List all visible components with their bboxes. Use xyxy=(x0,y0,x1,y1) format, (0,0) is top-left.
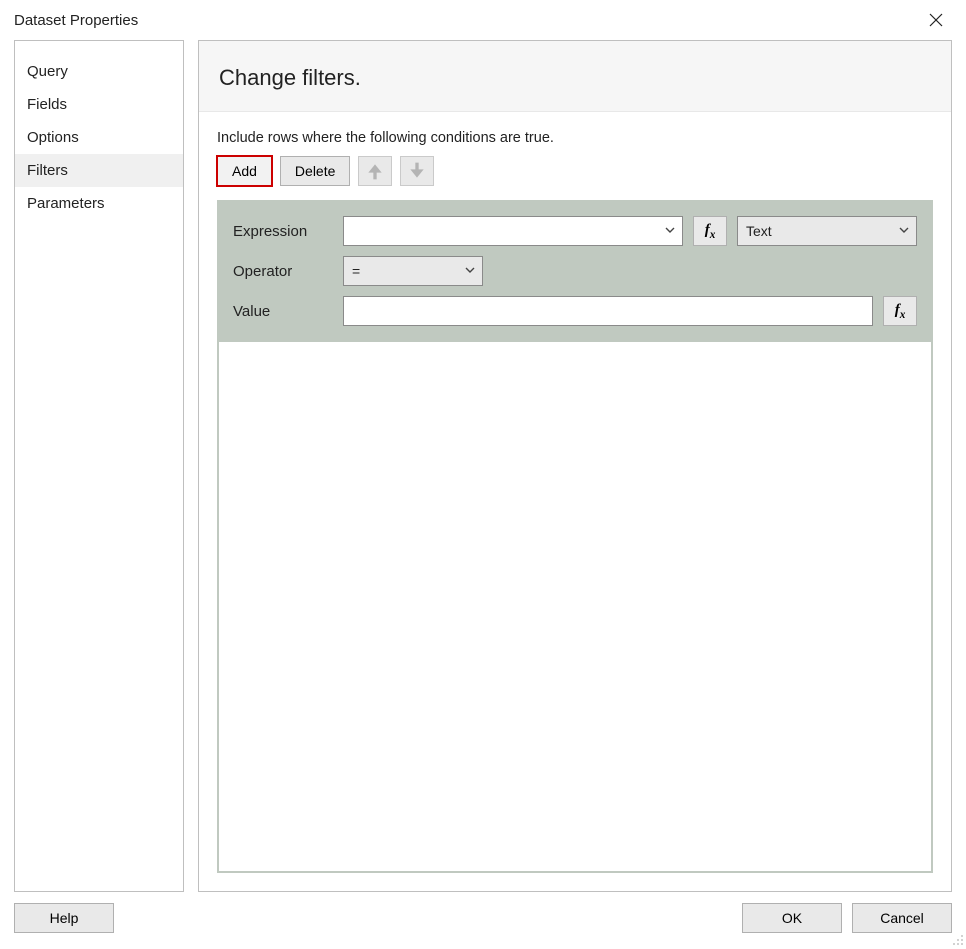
type-value: Text xyxy=(746,223,772,239)
ok-button[interactable]: OK xyxy=(742,903,842,933)
close-button[interactable] xyxy=(916,5,956,35)
type-combo[interactable]: Text xyxy=(737,216,917,246)
chevron-down-icon xyxy=(898,223,910,239)
body-area: Query Fields Options Filters Parameters … xyxy=(0,40,966,892)
resize-grip[interactable] xyxy=(950,932,964,946)
filter-toolbar: Add Delete xyxy=(217,156,933,186)
window-title: Dataset Properties xyxy=(14,12,138,29)
main-panel: Change filters. Include rows where the f… xyxy=(198,40,952,892)
expression-combo[interactable] xyxy=(343,216,683,246)
operator-row: Operator = xyxy=(233,256,917,286)
cancel-button[interactable]: Cancel xyxy=(852,903,952,933)
instruction-text: Include rows where the following conditi… xyxy=(217,130,933,146)
expression-fx-button[interactable]: fx xyxy=(693,216,727,246)
expression-row: Expression fx Text xyxy=(233,216,917,246)
operator-value: = xyxy=(352,263,360,279)
filters-container: Expression fx Text xyxy=(217,200,933,873)
add-button[interactable]: Add xyxy=(217,156,272,186)
sidebar-item-parameters[interactable]: Parameters xyxy=(15,187,183,220)
arrow-down-icon xyxy=(407,161,427,181)
chevron-down-icon xyxy=(464,263,476,279)
move-down-button[interactable] xyxy=(400,156,434,186)
sidebar-item-fields[interactable]: Fields xyxy=(15,88,183,121)
value-fx-button[interactable]: fx xyxy=(883,296,917,326)
help-button[interactable]: Help xyxy=(14,903,114,933)
sidebar-item-query[interactable]: Query xyxy=(15,55,183,88)
operator-combo[interactable]: = xyxy=(343,256,483,286)
filter-row: Expression fx Text xyxy=(219,202,931,342)
panel-body: Include rows where the following conditi… xyxy=(199,112,951,891)
sidebar-item-options[interactable]: Options xyxy=(15,121,183,154)
footer-right: OK Cancel xyxy=(742,903,952,933)
sidebar: Query Fields Options Filters Parameters xyxy=(14,40,184,892)
value-label: Value xyxy=(233,303,343,320)
panel-header: Change filters. xyxy=(199,41,951,112)
chevron-down-icon xyxy=(664,223,676,239)
delete-button[interactable]: Delete xyxy=(280,156,350,186)
close-icon xyxy=(929,13,943,27)
footer: Help OK Cancel xyxy=(0,892,966,944)
move-up-button[interactable] xyxy=(358,156,392,186)
titlebar: Dataset Properties xyxy=(0,0,966,40)
value-input[interactable] xyxy=(343,296,873,326)
value-row: Value fx xyxy=(233,296,917,326)
panel-heading: Change filters. xyxy=(219,65,931,91)
arrow-up-icon xyxy=(365,161,385,181)
operator-label: Operator xyxy=(233,263,343,280)
sidebar-item-filters[interactable]: Filters xyxy=(15,154,183,187)
expression-label: Expression xyxy=(233,223,343,240)
